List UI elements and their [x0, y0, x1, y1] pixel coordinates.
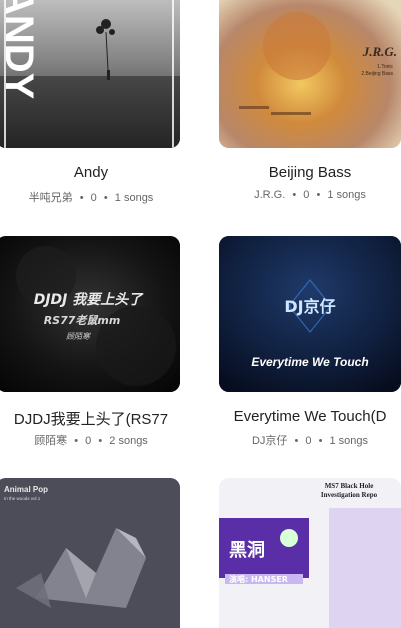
svg-text:黑洞: 黑洞 — [229, 540, 265, 561]
svg-text:顾陌寒: 顾陌寒 — [66, 332, 91, 341]
svg-text:2.Beijing Bass: 2.Beijing Bass — [361, 71, 393, 77]
album-title: Andy — [73, 164, 109, 181]
separator: • — [294, 435, 299, 447]
album-artist: 半吨兄弟 — [28, 192, 73, 204]
album-title: Beijing Bass — [268, 164, 352, 181]
separator: • — [318, 435, 323, 447]
album-meta: 半吨兄弟 • 0 • 1 songs — [0, 189, 202, 205]
album-meta: 顾陌寒 • 0 • 2 songs — [0, 432, 202, 448]
album-plays: 0 — [90, 192, 97, 204]
album-meta: J.R.G. • 0 • 1 songs — [199, 189, 401, 201]
album-song-count: 2 songs — [109, 435, 148, 447]
album-artist: 顾陌寒 — [34, 435, 68, 447]
album-meta: DJ京仔 • 0 • 1 songs — [199, 432, 401, 448]
album-cover[interactable]: MS7 Black Hole Investigation Repo 黑洞 演唱:… — [219, 478, 401, 628]
album-plays: 0 — [303, 189, 310, 201]
svg-text:J.R.G.: J.R.G. — [362, 44, 397, 59]
djdj-cover-art: DJDJ 我要上头了 RS77老鼠mm 顾陌寒 — [0, 236, 180, 392]
separator: • — [74, 435, 79, 447]
separator: • — [316, 189, 321, 201]
album-cover[interactable]: DJ京仔 Everytime We Touch — [219, 236, 401, 392]
album-cover[interactable]: DJDJ 我要上头了 RS77老鼠mm 顾陌寒 — [0, 236, 180, 392]
svg-text:RS77老鼠mm: RS77老鼠mm — [44, 314, 121, 327]
svg-text:DJ京仔: DJ京仔 — [284, 297, 335, 316]
album-cover[interactable]: Animal Pop In the woods vol.1 — [0, 478, 180, 628]
album-card-everytime-we-touch[interactable]: DJ京仔 Everytime We Touch Everytime We Tou… — [219, 236, 401, 447]
svg-text:Everytime We Touch: Everytime We Touch — [251, 355, 368, 369]
black-hole-cover-art: MS7 Black Hole Investigation Repo 黑洞 演唱:… — [219, 478, 401, 628]
album-title: Everytime We Touch(D — [233, 408, 387, 425]
everytime-cover-art: DJ京仔 Everytime We Touch — [219, 236, 401, 392]
svg-text:演唱: HANSER: 演唱: HANSER — [229, 574, 288, 584]
album-song-count: 1 songs — [114, 192, 154, 204]
album-card-djdj[interactable]: DJDJ 我要上头了 RS77老鼠mm 顾陌寒 DJDJ我要上头了(RS77 顾… — [0, 236, 182, 447]
svg-text:1.Tonic: 1.Tonic — [377, 64, 393, 70]
album-card-beijing-bass[interactable]: J.R.G. 1.Tonic 2.Beijing Bass Beijing Ba… — [219, 0, 401, 210]
album-card-andy[interactable]: ANDY Andy 半吨兄弟 • 0 • 1 songs — [0, 0, 182, 210]
separator: • — [103, 192, 108, 204]
separator: • — [292, 189, 297, 201]
album-artist: J.R.G. — [254, 189, 286, 201]
svg-text:MS7 Black Hole: MS7 Black Hole — [325, 482, 374, 490]
album-song-count: 1 songs — [329, 435, 369, 447]
svg-text:Investigation Repo: Investigation Repo — [321, 491, 378, 499]
album-card-animal-pop[interactable]: Animal Pop In the woods vol.1 — [0, 478, 182, 628]
album-grid: ANDY Andy 半吨兄弟 • 0 • 1 songs J.R.G. 1.To… — [0, 0, 401, 628]
album-artist: DJ京仔 — [251, 435, 288, 447]
album-plays: 0 — [305, 435, 312, 447]
svg-text:DJDJ 我要上头了: DJDJ 我要上头了 — [34, 292, 145, 308]
separator: • — [98, 435, 103, 447]
separator: • — [79, 192, 84, 204]
album-plays: 0 — [85, 435, 92, 447]
svg-text:Animal Pop: Animal Pop — [4, 485, 48, 494]
animal-pop-cover-art: Animal Pop In the woods vol.1 — [0, 478, 180, 628]
album-cover[interactable]: ANDY — [0, 0, 180, 148]
album-cover[interactable]: J.R.G. 1.Tonic 2.Beijing Bass — [219, 0, 401, 148]
svg-text:ANDY: ANDY — [0, 0, 41, 100]
andy-cover-art: ANDY — [0, 0, 180, 148]
svg-text:In the woods vol.1: In the woods vol.1 — [4, 496, 41, 501]
album-card-black-hole[interactable]: MS7 Black Hole Investigation Repo 黑洞 演唱:… — [219, 478, 401, 628]
album-title: DJDJ我要上头了(RS77 — [13, 411, 169, 428]
beijing-bass-cover-art: J.R.G. 1.Tonic 2.Beijing Bass — [219, 0, 401, 148]
album-song-count: 1 songs — [327, 189, 366, 201]
